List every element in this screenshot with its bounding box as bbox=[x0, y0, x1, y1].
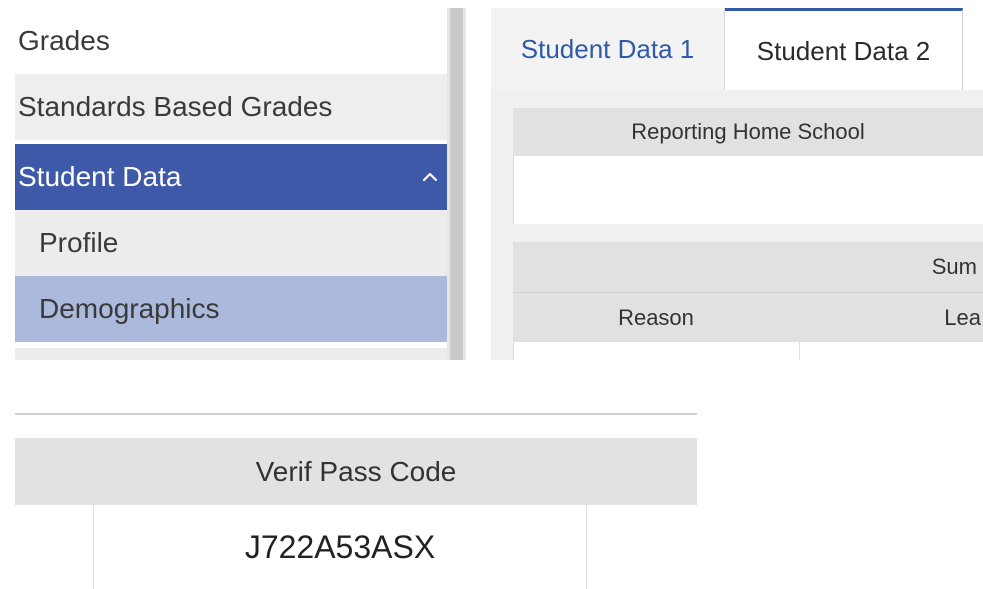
lea-cell bbox=[799, 342, 983, 360]
summary-header: Sum bbox=[513, 242, 983, 292]
tab-student-data-1[interactable]: Student Data 1 bbox=[491, 8, 725, 90]
column-header-label: Reason bbox=[618, 305, 694, 330]
column-header-label: Reporting Home School bbox=[631, 119, 865, 144]
sidebar-item-standards-based-grades[interactable]: Standards Based Grades bbox=[15, 74, 447, 140]
sidebar-item-label: Student Data bbox=[18, 161, 182, 192]
reason-cell bbox=[513, 342, 800, 360]
table-row: J722A53ASX bbox=[15, 505, 697, 589]
reporting-home-school-value bbox=[513, 156, 983, 224]
sidebar-item-profile[interactable]: Profile bbox=[15, 210, 447, 276]
tab-label: Student Data 2 bbox=[756, 35, 931, 66]
sidebar-item-student-data[interactable]: Student Data bbox=[15, 144, 447, 210]
sidebar-scrollbar-thumb[interactable] bbox=[450, 8, 463, 360]
sidebar-footer bbox=[15, 348, 447, 360]
chevron-up-icon[interactable] bbox=[419, 166, 441, 188]
verif-pass-code-header: Verif Pass Code bbox=[15, 438, 697, 505]
column-header-label: Sum bbox=[931, 254, 977, 279]
sidebar-nav: Grades Standards Based Grades Student Da… bbox=[15, 8, 447, 360]
reporting-home-school-header: Reporting Home School bbox=[513, 108, 983, 156]
tab-panel-body: Reporting Home School Sum Reason Lea bbox=[491, 90, 983, 360]
tab-strip: Student Data 1 Student Data 2 bbox=[491, 8, 983, 91]
sidebar-item-label: Standards Based Grades bbox=[18, 91, 333, 122]
tab-label: Student Data 1 bbox=[520, 33, 695, 64]
student-data-panel: Student Data 1 Student Data 2 Reporting … bbox=[491, 8, 983, 360]
sidebar-item-label: Profile bbox=[39, 227, 119, 258]
tab-student-data-2[interactable]: Student Data 2 bbox=[725, 8, 963, 91]
lea-header: Lea bbox=[799, 292, 983, 342]
sidebar-item-grades[interactable]: Grades bbox=[15, 8, 447, 74]
reason-header: Reason bbox=[513, 292, 799, 343]
sidebar-item-label: Demographics bbox=[39, 293, 220, 324]
column-header-label: Lea bbox=[944, 304, 981, 330]
verif-pass-code-value: J722A53ASX bbox=[93, 505, 587, 589]
column-header-label: Verif Pass Code bbox=[255, 455, 457, 487]
cell-value: J722A53ASX bbox=[244, 528, 436, 565]
sidebar-item-label: Grades bbox=[18, 25, 110, 56]
section-divider bbox=[15, 413, 697, 415]
sidebar-item-demographics[interactable]: Demographics bbox=[15, 276, 447, 342]
